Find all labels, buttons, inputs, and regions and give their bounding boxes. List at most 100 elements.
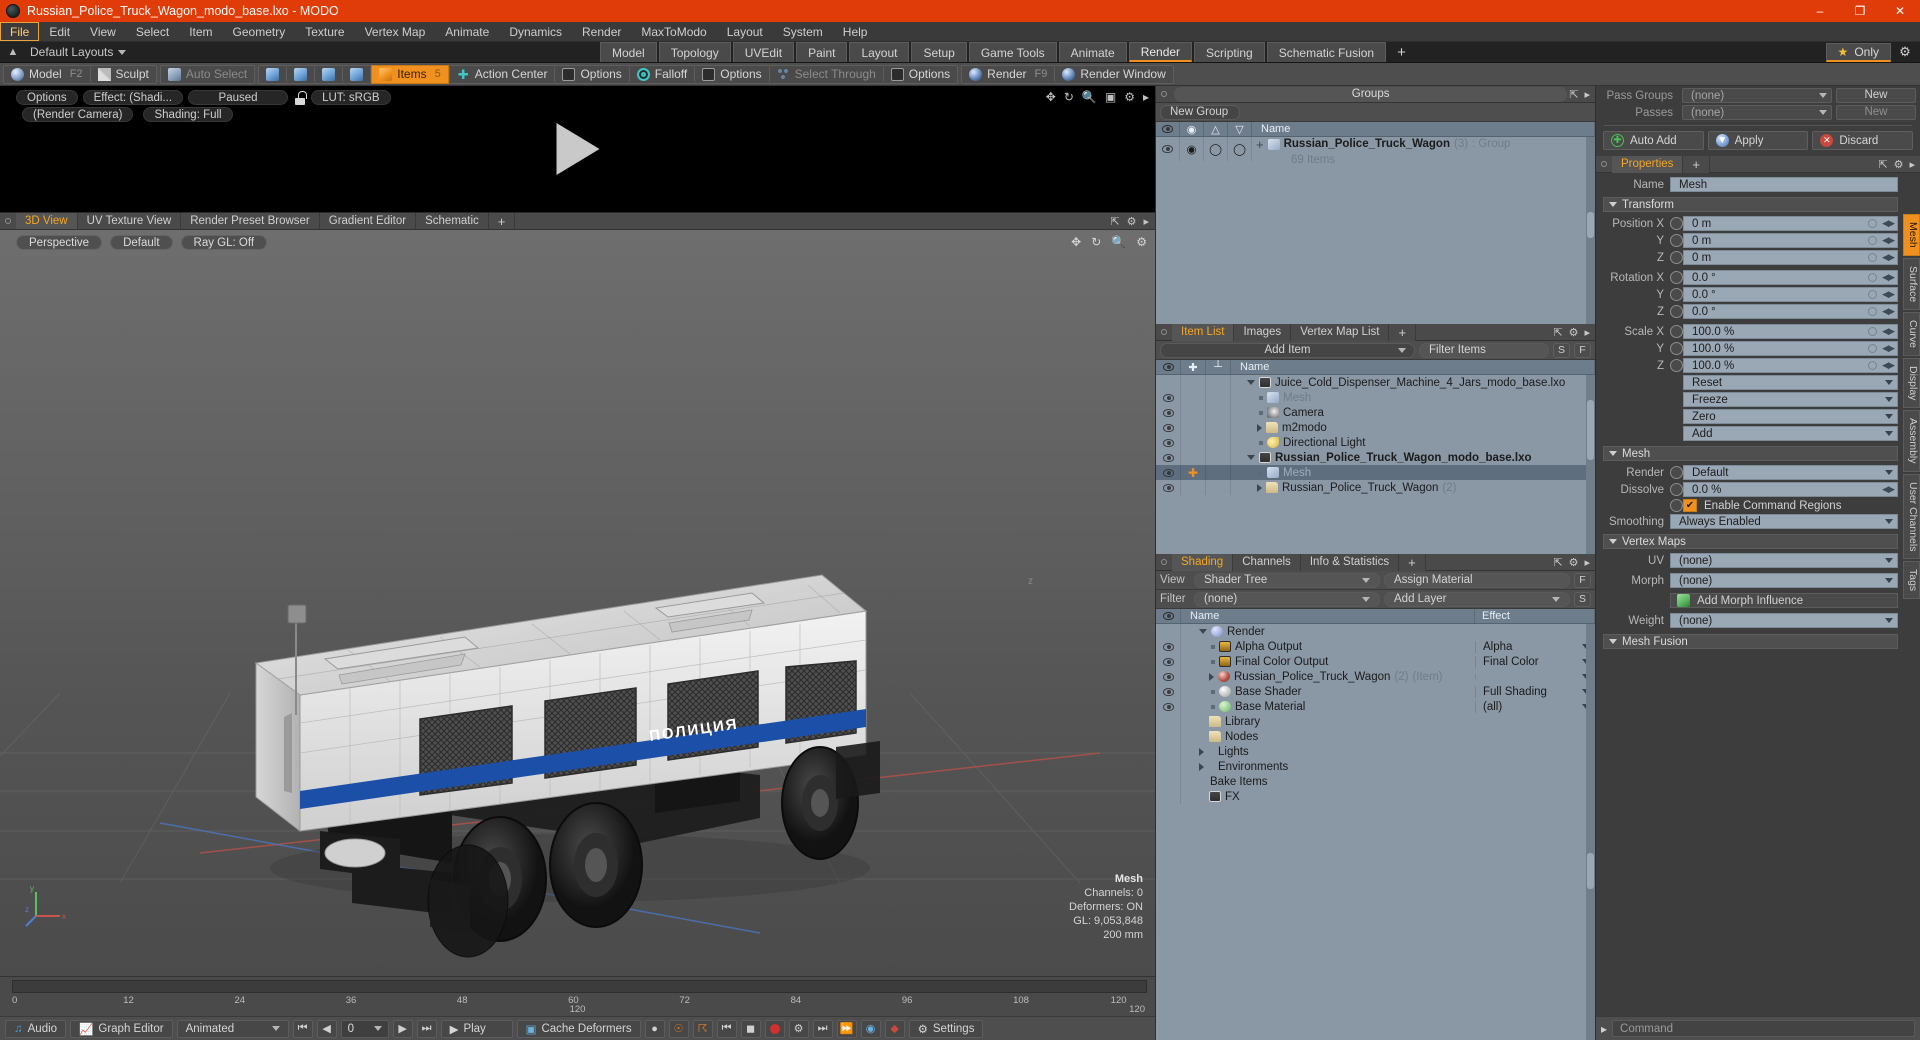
row-lock[interactable] xyxy=(1181,405,1206,420)
key-edit-icon[interactable]: ⚙ xyxy=(788,1019,809,1038)
select-through-button[interactable]: Select Through xyxy=(770,66,883,83)
preview-camera-dropdown[interactable]: (Render Camera) xyxy=(22,107,134,122)
tab-paint[interactable]: Paint xyxy=(796,42,848,62)
snapshot-icon[interactable]: ◆ xyxy=(884,1019,905,1038)
row-visibility[interactable] xyxy=(1156,789,1181,804)
shading-panel-handle[interactable] xyxy=(1156,559,1172,565)
row-name-cell[interactable]: Alpha Output xyxy=(1181,639,1475,654)
tab-gradient-editor[interactable]: Gradient Editor xyxy=(319,213,417,229)
expand-arrow-icon[interactable] xyxy=(1199,762,1204,771)
row-lock[interactable] xyxy=(1181,390,1206,405)
row-visibility[interactable] xyxy=(1156,624,1181,639)
row-name-cell[interactable]: Base Material xyxy=(1181,699,1475,714)
tab-game-tools[interactable]: Game Tools xyxy=(968,42,1057,62)
menu-system[interactable]: System xyxy=(773,22,833,41)
shading-more-icon[interactable]: ▸ xyxy=(1584,556,1590,569)
smoothing-dropdown[interactable]: Always Enabled xyxy=(1670,514,1898,529)
viewport-settings-gear-icon[interactable]: ⚙ xyxy=(1136,235,1147,249)
menu-texture[interactable]: Texture xyxy=(295,22,354,41)
passes-dropdown[interactable]: (none) xyxy=(1682,105,1832,120)
tab-uv-texture-view[interactable]: UV Texture View xyxy=(77,213,182,229)
row-name-cell[interactable]: Juice_Cold_Dispenser_Machine_4_Jars_modo… xyxy=(1231,375,1595,390)
expand-icon[interactable]: + xyxy=(1256,138,1264,151)
viewport-shading-dropdown[interactable]: Default xyxy=(110,235,173,250)
polygon-mode-button[interactable] xyxy=(315,66,342,83)
edge-mode-button[interactable] xyxy=(287,66,314,83)
row-name-cell[interactable]: Lights xyxy=(1181,744,1475,759)
group-row-visibility[interactable] xyxy=(1156,137,1180,161)
go-to-start-button[interactable]: ⏮ xyxy=(292,1019,313,1038)
row-visibility[interactable] xyxy=(1156,390,1181,405)
row-visibility[interactable] xyxy=(1156,684,1181,699)
list-item[interactable]: Directional Light xyxy=(1156,435,1595,450)
keyframe-indicator-icon[interactable] xyxy=(1868,253,1877,262)
row-effect[interactable]: Full Shading xyxy=(1475,685,1595,698)
row-visibility[interactable] xyxy=(1156,729,1181,744)
zoom-icon[interactable]: 🔍 xyxy=(1082,90,1097,104)
position-y-field[interactable]: 0 m ◀▶ xyxy=(1683,233,1898,248)
name-field[interactable]: Mesh xyxy=(1670,177,1898,192)
side-tab-mesh[interactable]: Mesh xyxy=(1903,214,1920,256)
tab-3d-view[interactable]: 3D View xyxy=(16,213,78,229)
row-lock[interactable] xyxy=(1181,435,1206,450)
side-tab-display[interactable]: Display xyxy=(1903,357,1920,409)
row-transform[interactable] xyxy=(1206,405,1231,420)
menu-geometry[interactable]: Geometry xyxy=(223,22,296,41)
spinner-icon[interactable]: ◀▶ xyxy=(1882,252,1895,263)
row-visibility[interactable] xyxy=(1156,744,1181,759)
key-all-icon[interactable]: ● xyxy=(644,1019,665,1038)
command-input[interactable]: Command xyxy=(1612,1020,1915,1037)
render-dropdown[interactable]: Default xyxy=(1683,465,1898,480)
render-button[interactable]: Render F9 xyxy=(962,66,1054,83)
groups-scrollbar[interactable] xyxy=(1586,137,1595,324)
add-tab-button[interactable]: + xyxy=(1388,42,1415,62)
add-item-button[interactable]: Add Item xyxy=(1160,342,1415,358)
row-name-cell[interactable]: Russian_Police_Truck_Wagon (2) (Item) xyxy=(1181,669,1475,684)
viewport-raygl-dropdown[interactable]: Ray GL: Off xyxy=(180,235,268,250)
freeze-dropdown[interactable]: Freeze xyxy=(1683,392,1898,407)
menu-dynamics[interactable]: Dynamics xyxy=(499,22,572,41)
keyframe-indicator-icon[interactable] xyxy=(1868,361,1877,370)
collapse-arrow-icon[interactable] xyxy=(1247,380,1255,385)
row-lock[interactable] xyxy=(1181,450,1206,465)
row-name-cell[interactable]: Directional Light xyxy=(1231,435,1595,450)
list-item[interactable]: Lights xyxy=(1156,744,1595,759)
zero-dropdown[interactable]: Zero xyxy=(1683,409,1898,424)
side-tab-tags[interactable]: Tags xyxy=(1903,561,1920,600)
shading-scrollbar[interactable] xyxy=(1586,624,1595,1040)
list-item[interactable]: Render xyxy=(1156,624,1595,639)
tab-setup[interactable]: Setup xyxy=(911,42,967,62)
shading-table-body[interactable]: Render Alpha Output Alpha Final Color Ou… xyxy=(1156,624,1595,1040)
row-transform[interactable] xyxy=(1206,480,1231,495)
list-item[interactable]: Camera xyxy=(1156,405,1595,420)
preview-expand-icon[interactable]: ▸ xyxy=(1143,90,1149,104)
menu-layout[interactable]: Layout xyxy=(717,22,773,41)
auto-select-button[interactable]: Auto Select xyxy=(161,66,254,83)
list-item[interactable]: Base Material (all) xyxy=(1156,699,1595,714)
row-transform[interactable] xyxy=(1206,390,1231,405)
spinner-icon[interactable]: ◀▶ xyxy=(1882,289,1895,300)
row-visibility[interactable] xyxy=(1156,480,1181,495)
key-last-icon[interactable]: ⏩ xyxy=(836,1019,857,1038)
rotate-icon[interactable]: ↻ xyxy=(1064,90,1074,104)
tab-vertex-map-list[interactable]: Vertex Map List xyxy=(1291,323,1390,341)
position-z-field[interactable]: 0 m ◀▶ xyxy=(1683,250,1898,265)
channel-knob-icon[interactable] xyxy=(1670,271,1683,284)
shading-filter-dropdown[interactable]: (none) xyxy=(1194,591,1380,607)
layout-menu-icon[interactable]: ▲ xyxy=(4,44,22,60)
item-list-table-body[interactable]: Juice_Cold_Dispenser_Machine_4_Jars_modo… xyxy=(1156,375,1595,554)
vertex-mode-button[interactable] xyxy=(259,66,286,83)
menu-help[interactable]: Help xyxy=(833,22,878,41)
scale-z-field[interactable]: 100.0 % ◀▶ xyxy=(1683,358,1898,373)
gear-icon[interactable]: ⚙ xyxy=(1894,43,1916,62)
spinner-icon[interactable]: ◀▶ xyxy=(1882,484,1895,495)
maximize-button[interactable]: ❐ xyxy=(1840,0,1880,22)
action-center-options-button[interactable]: Options xyxy=(555,66,628,83)
close-button[interactable]: ✕ xyxy=(1880,0,1920,22)
side-tab-user-channels[interactable]: User Channels xyxy=(1903,473,1920,560)
item-list-add-tab[interactable]: + xyxy=(1389,323,1417,341)
falloff-options-button[interactable]: Options xyxy=(695,66,768,83)
preview-gear-icon[interactable]: ⚙ xyxy=(1124,90,1135,104)
viewport-maximize-icon[interactable]: ⇱ xyxy=(1110,215,1119,228)
channel-knob-icon[interactable] xyxy=(1670,359,1683,372)
